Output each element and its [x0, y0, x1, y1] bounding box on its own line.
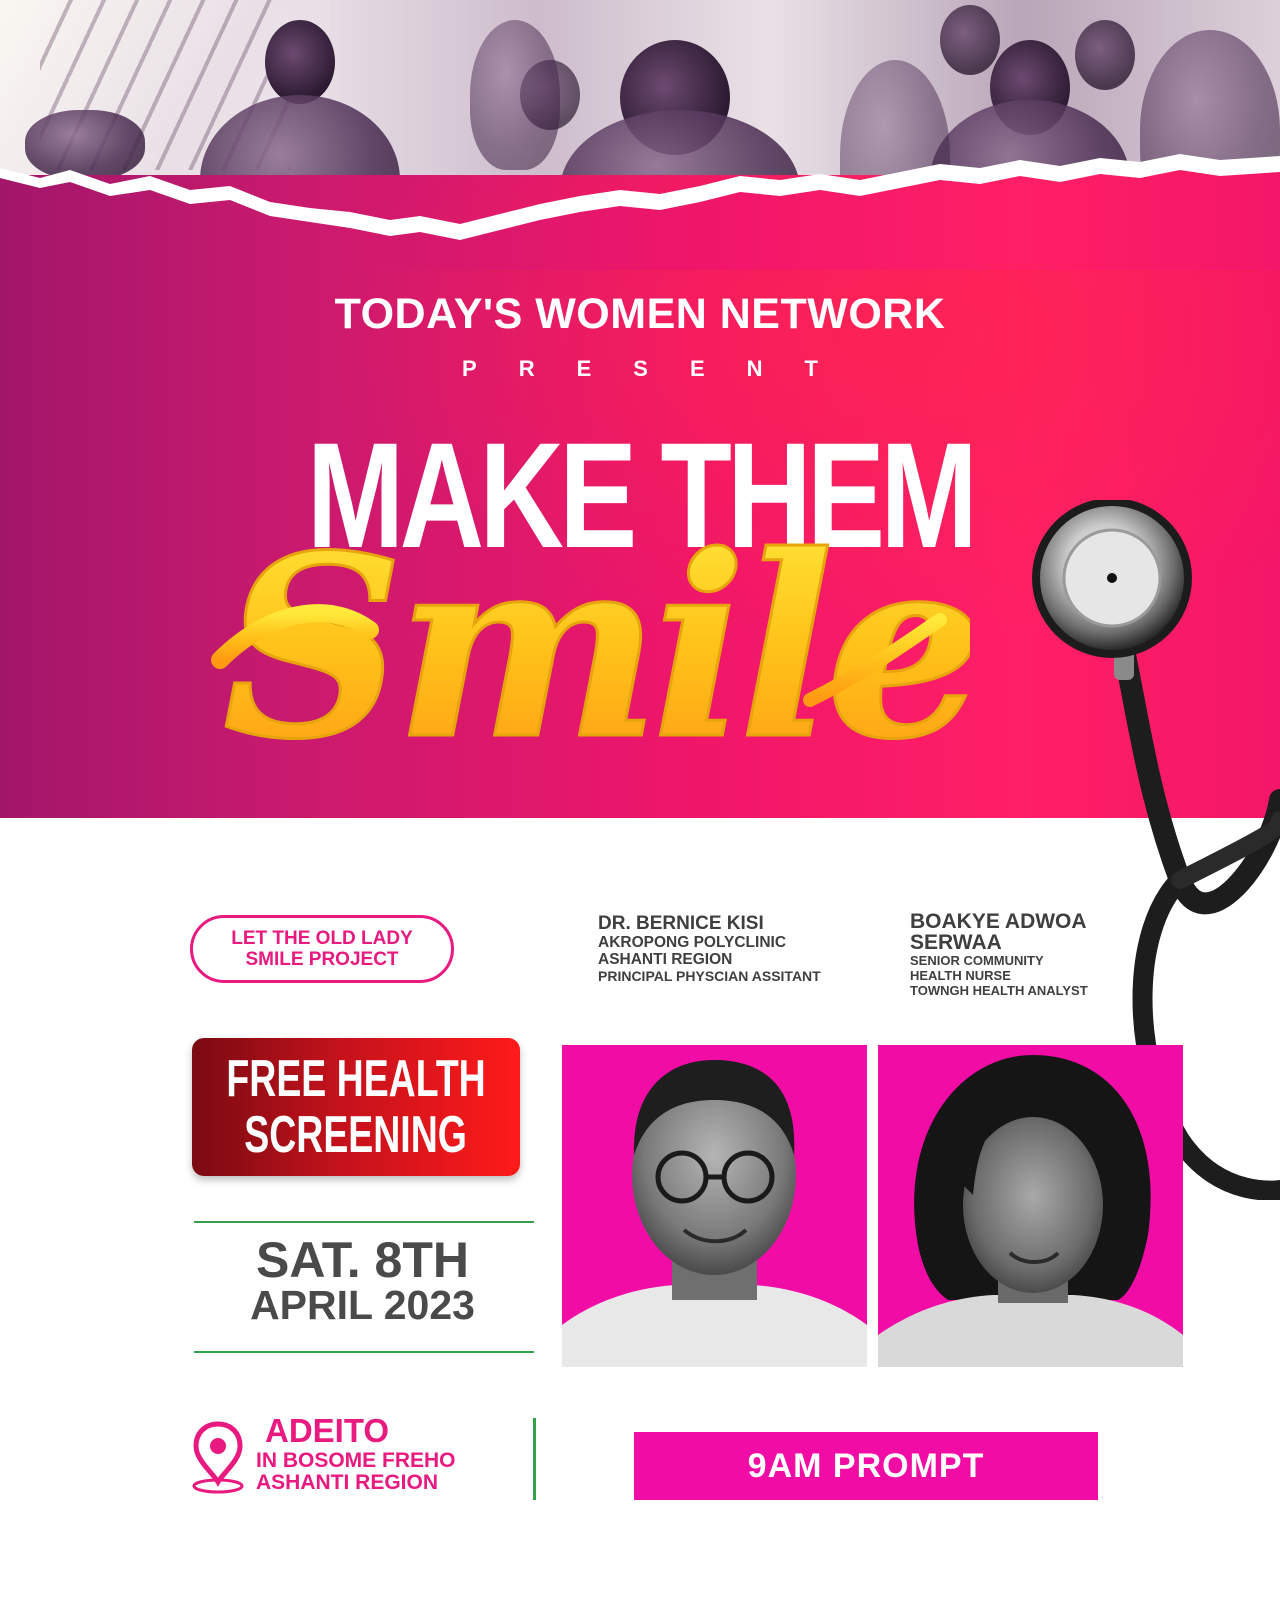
- free-health-screening-badge: FREE HEALTH SCREENING: [192, 1038, 520, 1176]
- present-label: PRESENT: [462, 356, 860, 381]
- speaker-1-name: DR. BERNICE KISI: [598, 913, 764, 934]
- date-divider-bottom: [194, 1351, 534, 1353]
- speaker-2-info: BOAKYE ADWOA SERWAA SENIOR COMMUNITY HEA…: [910, 911, 1210, 998]
- speaker-2-photo: [878, 1045, 1183, 1367]
- speaker-1-portrait: [562, 1060, 867, 1367]
- headline-script-smile: Smile: [211, 499, 970, 796]
- event-date-month-year: APRIL 2023: [250, 1282, 475, 1328]
- venue-region: ASHANTI REGION: [256, 1471, 439, 1494]
- event-time-badge: 9AM PROMPT: [634, 1432, 1098, 1500]
- service-line-2: SCREENING: [244, 1106, 468, 1164]
- speaker-1-info: DR. BERNICE KISI AKROPONG POLYCLINIC ASH…: [598, 914, 898, 985]
- organization-title: TODAY'S WOMEN NETWORK: [334, 290, 946, 338]
- photo-figure: [470, 20, 560, 170]
- project-line-1: LET THE OLD LADY: [231, 928, 413, 949]
- photo-figure-head: [940, 5, 1000, 75]
- bottom-divider: [533, 1418, 536, 1500]
- service-line-1: FREE HEALTH: [226, 1050, 486, 1108]
- speaker-1-photo: [562, 1045, 867, 1367]
- event-time: 9AM PROMPT: [747, 1446, 985, 1485]
- speaker-1-detail: AKROPONG POLYCLINIC: [598, 934, 787, 951]
- project-line-2: SMILE PROJECT: [245, 949, 399, 970]
- speaker-1-detail: PRINCIPAL PHYSCIAN ASSITANT: [598, 968, 821, 984]
- torn-paper-edge: [0, 154, 1280, 270]
- speaker-2-name: SERWAA: [910, 931, 1002, 954]
- speaker-2-detail: SENIOR COMMUNITY: [910, 953, 1044, 968]
- location-pin-icon: [192, 1421, 244, 1494]
- speaker-1-detail: ASHANTI REGION: [598, 951, 733, 968]
- photo-figure-head: [1075, 20, 1135, 90]
- speaker-2-detail: TOWNGH HEALTH ANALYST: [910, 983, 1088, 998]
- venue-name: ADEITO: [265, 1412, 390, 1449]
- event-date-day: SAT. 8TH: [256, 1232, 469, 1288]
- photo-figure-head: [265, 20, 335, 104]
- speaker-2-portrait: [878, 1055, 1183, 1367]
- project-name-badge: LET THE OLD LADY SMILE PROJECT: [190, 915, 454, 983]
- speaker-2-detail: HEALTH NURSE: [910, 968, 1011, 983]
- venue-town: IN BOSOME FREHO: [256, 1449, 456, 1472]
- speaker-2-name: BOAKYE ADWOA: [910, 910, 1087, 933]
- date-divider-top: [194, 1221, 534, 1223]
- script-word-text: Smile: [223, 500, 970, 794]
